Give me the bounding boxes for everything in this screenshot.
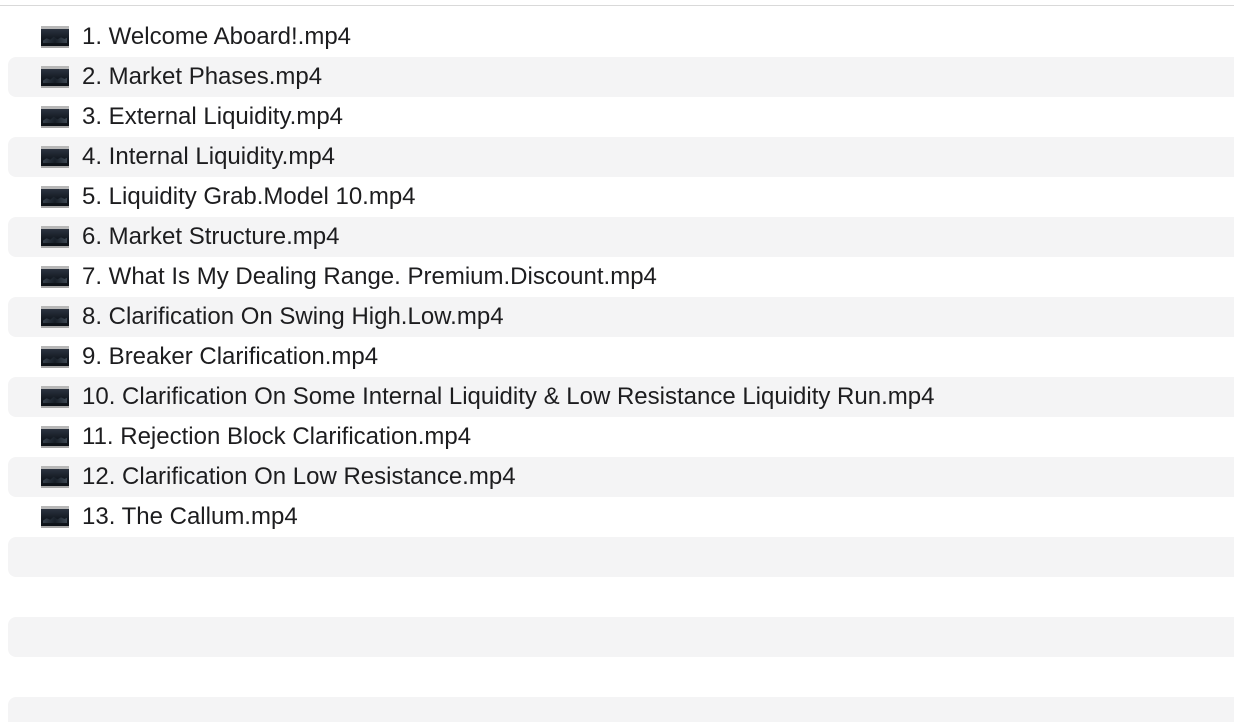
file-name: 9. Breaker Clarification.mp4: [82, 343, 379, 370]
file-name: 13. The Callum.mp4: [82, 503, 298, 530]
file-name: 2. Market Phases.mp4: [82, 63, 323, 90]
video-thumbnail-icon: [41, 346, 69, 368]
empty-row: [8, 577, 1234, 617]
file-row-6[interactable]: 6. Market Structure.mp4: [8, 217, 1234, 257]
file-row-7[interactable]: 7. What Is My Dealing Range. Premium.Dis…: [8, 257, 1234, 297]
video-thumbnail-icon: [41, 426, 69, 448]
file-name: 8. Clarification On Swing High.Low.mp4: [82, 303, 504, 330]
video-thumbnail-icon: [41, 506, 69, 528]
top-divider: [0, 0, 1234, 6]
video-thumbnail-icon: [41, 66, 69, 88]
video-thumbnail-icon: [41, 186, 69, 208]
empty-row: [8, 697, 1234, 722]
file-row-1[interactable]: 1. Welcome Aboard!.mp4: [8, 17, 1234, 57]
file-name: 12. Clarification On Low Resistance.mp4: [82, 463, 516, 490]
video-thumbnail-icon: [41, 146, 69, 168]
file-name: 10. Clarification On Some Internal Liqui…: [82, 383, 935, 410]
file-name: 5. Liquidity Grab.Model 10.mp4: [82, 183, 416, 210]
empty-row: [8, 657, 1234, 697]
file-row-12[interactable]: 12. Clarification On Low Resistance.mp4: [8, 457, 1234, 497]
file-name: 11. Rejection Block Clarification.mp4: [82, 423, 472, 450]
file-row-10[interactable]: 10. Clarification On Some Internal Liqui…: [8, 377, 1234, 417]
file-list: 1. Welcome Aboard!.mp4 2. Market Phases.…: [0, 17, 1234, 722]
file-row-3[interactable]: 3. External Liquidity.mp4: [8, 97, 1234, 137]
video-thumbnail-icon: [41, 386, 69, 408]
video-thumbnail-icon: [41, 106, 69, 128]
file-name: 3. External Liquidity.mp4: [82, 103, 344, 130]
file-row-13[interactable]: 13. The Callum.mp4: [8, 497, 1234, 537]
file-name: 6. Market Structure.mp4: [82, 223, 340, 250]
file-row-4[interactable]: 4. Internal Liquidity.mp4: [8, 137, 1234, 177]
file-row-2[interactable]: 2. Market Phases.mp4: [8, 57, 1234, 97]
empty-row: [8, 537, 1234, 577]
video-thumbnail-icon: [41, 306, 69, 328]
video-thumbnail-icon: [41, 266, 69, 288]
file-row-5[interactable]: 5. Liquidity Grab.Model 10.mp4: [8, 177, 1234, 217]
file-name: 4. Internal Liquidity.mp4: [82, 143, 336, 170]
file-row-9[interactable]: 9. Breaker Clarification.mp4: [8, 337, 1234, 377]
video-thumbnail-icon: [41, 26, 69, 48]
file-row-11[interactable]: 11. Rejection Block Clarification.mp4: [8, 417, 1234, 457]
video-thumbnail-icon: [41, 466, 69, 488]
file-name: 7. What Is My Dealing Range. Premium.Dis…: [82, 263, 657, 290]
file-row-8[interactable]: 8. Clarification On Swing High.Low.mp4: [8, 297, 1234, 337]
empty-row: [8, 617, 1234, 657]
file-name: 1. Welcome Aboard!.mp4: [82, 23, 352, 50]
video-thumbnail-icon: [41, 226, 69, 248]
